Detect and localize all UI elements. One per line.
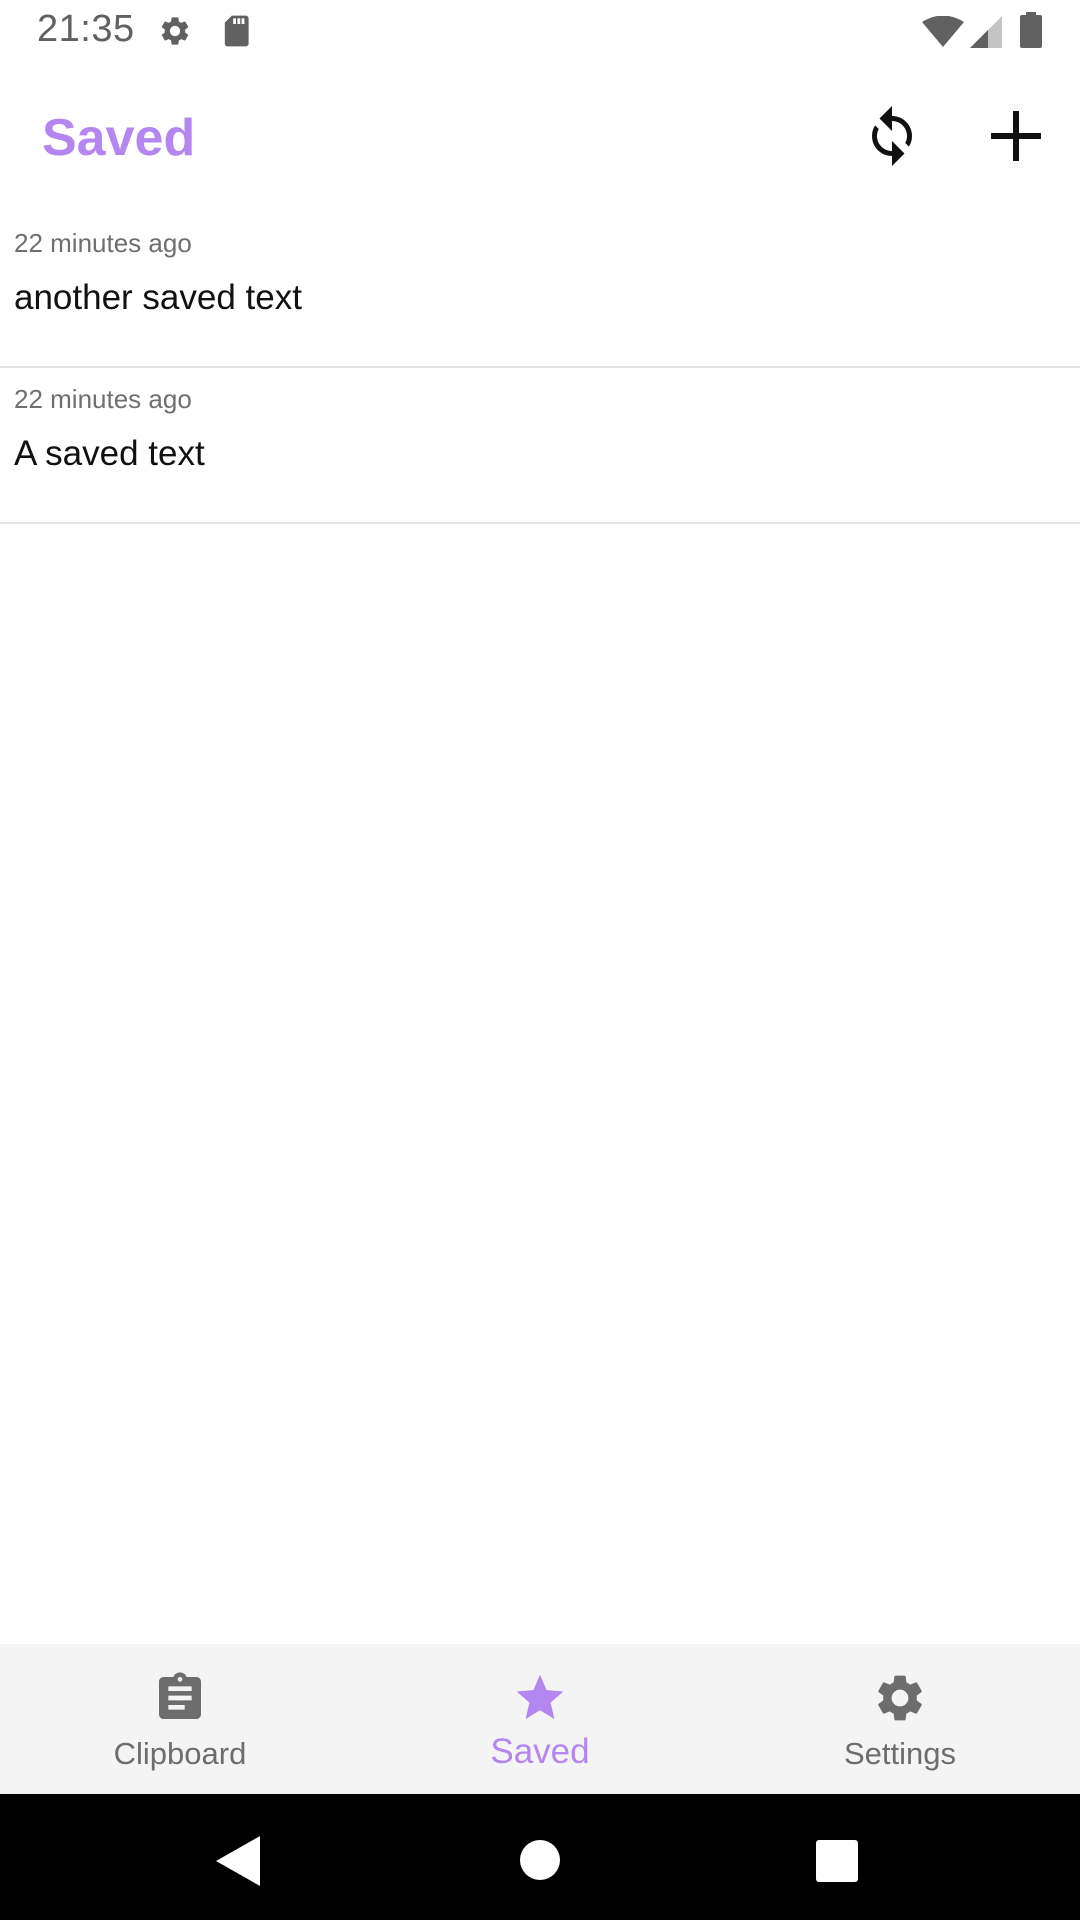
sd-card-icon	[224, 15, 249, 47]
refresh-icon	[872, 106, 912, 166]
item-timestamp: 22 minutes ago	[14, 384, 192, 414]
list-item[interactable]: 22 minutes ago A saved text	[0, 368, 1080, 524]
nav-label-saved: Saved	[490, 1732, 590, 1771]
battery-icon	[1020, 12, 1042, 48]
list-item[interactable]: 22 minutes ago another saved text	[0, 212, 1080, 368]
recents-icon[interactable]	[816, 1840, 858, 1882]
clipboard-icon	[159, 1672, 201, 1719]
add-icon	[991, 111, 1041, 161]
back-icon[interactable]	[216, 1836, 260, 1886]
star-icon	[516, 1674, 564, 1719]
bottom-nav: Clipboard Saved Settings	[0, 1644, 1080, 1794]
home-icon[interactable]	[518, 1838, 562, 1882]
page-title: Saved	[42, 109, 196, 167]
screen: 21:35 Saved 22 minutes ago another saved…	[0, 0, 1080, 1920]
nav-label-settings: Settings	[843, 1736, 956, 1771]
add-button[interactable]	[966, 86, 1066, 186]
nav-item-saved[interactable]: Saved	[360, 1644, 720, 1794]
app-bar: Saved	[0, 64, 1080, 212]
settings-icon	[161, 17, 189, 45]
status-time: 21:35	[37, 8, 135, 50]
system-nav-bar	[0, 1794, 1080, 1920]
status-bar: 21:35	[0, 0, 1080, 64]
saved-list: 22 minutes ago another saved text 22 min…	[0, 212, 1080, 524]
wifi-icon	[922, 16, 964, 47]
gear-icon	[878, 1675, 922, 1721]
item-text: another saved text	[14, 278, 302, 317]
item-text: A saved text	[14, 434, 205, 473]
nav-item-clipboard[interactable]: Clipboard	[0, 1644, 360, 1794]
signal-icon	[970, 16, 1002, 48]
item-timestamp: 22 minutes ago	[14, 228, 192, 258]
refresh-button[interactable]	[842, 86, 942, 186]
nav-item-settings[interactable]: Settings	[720, 1644, 1080, 1794]
nav-label-clipboard: Clipboard	[113, 1736, 247, 1771]
